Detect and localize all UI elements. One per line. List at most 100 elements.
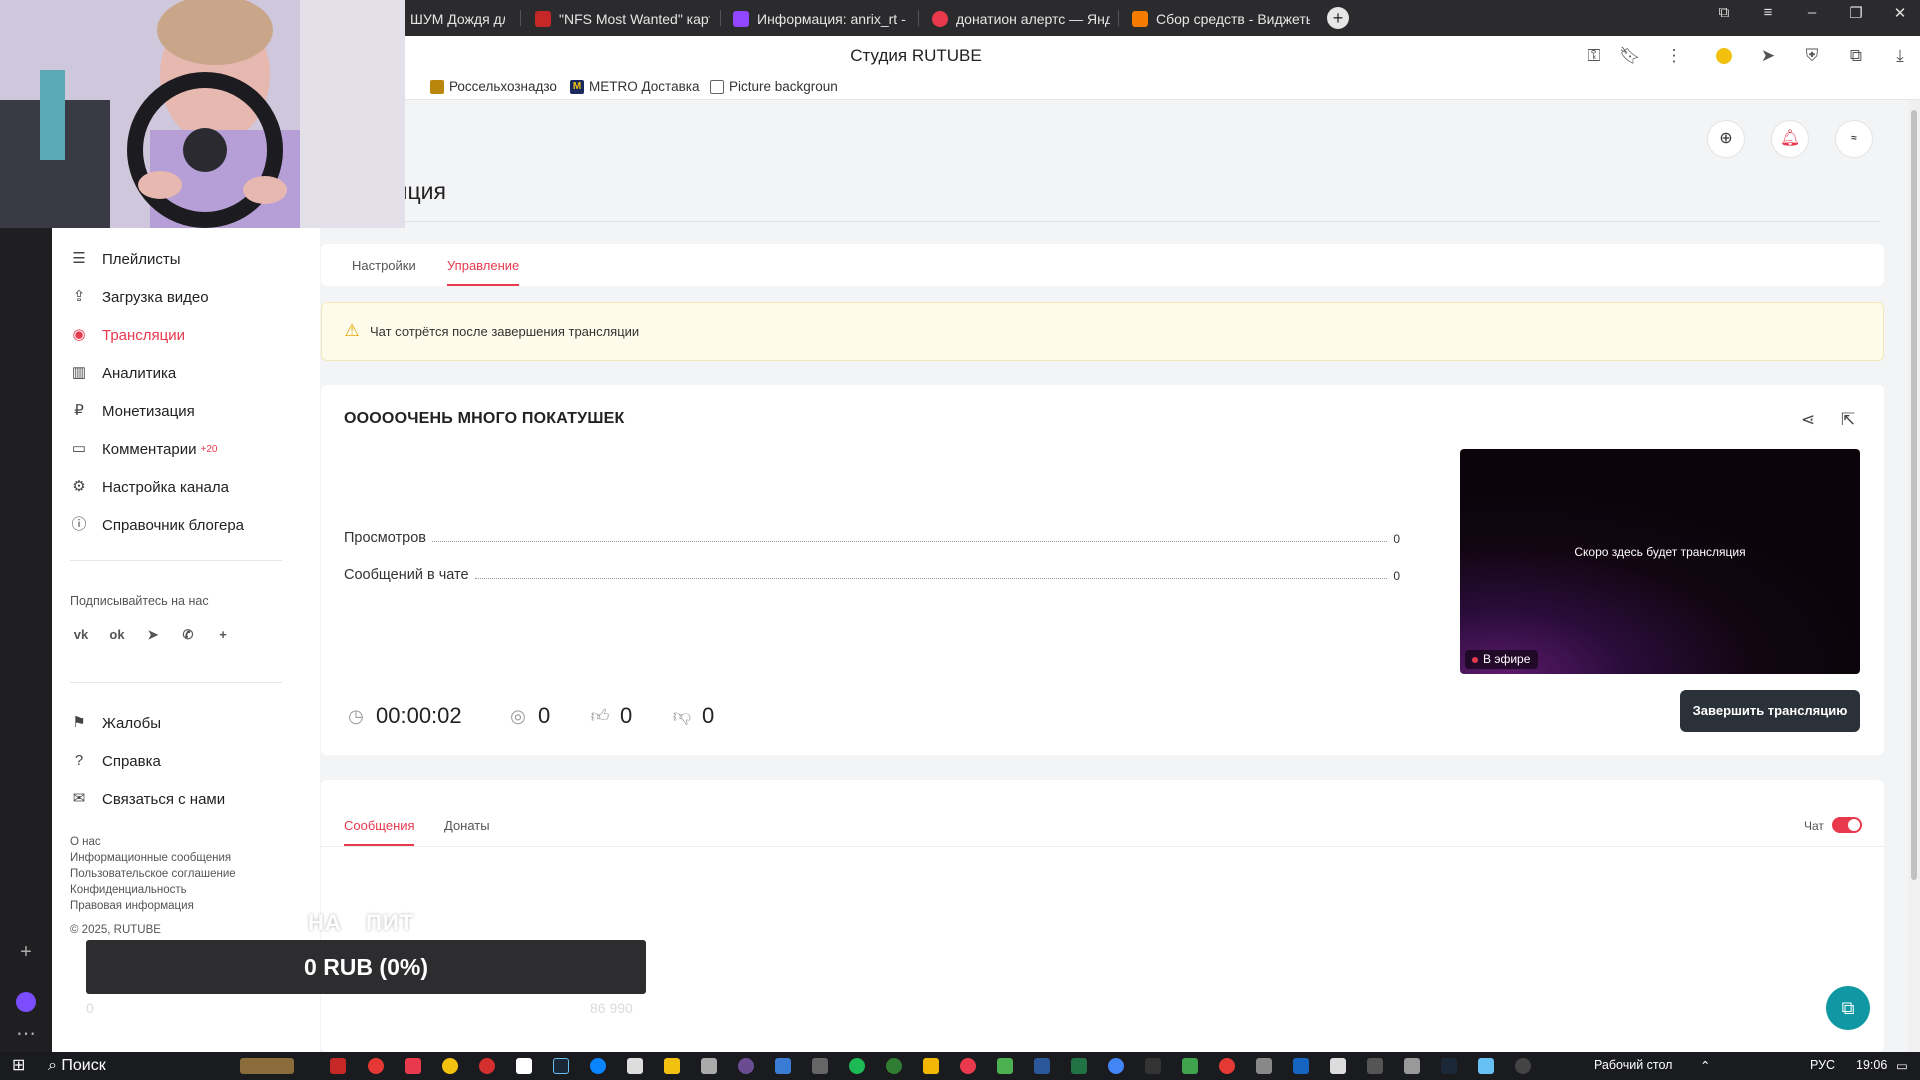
sidebar-item-analytics[interactable]: ▥ Аналитика [70,361,176,385]
stream-preview[interactable]: Скоро здесь будет трансляция В эфире [1460,449,1860,674]
sidebar-item-help[interactable]: ? Справка [70,749,161,773]
footer-link-legal[interactable]: Правовая информация [70,900,194,912]
language-indicator[interactable]: РУС [1810,1058,1835,1072]
sidebar-item-channel-settings[interactable]: ⚙ Настройка канала [70,475,229,499]
app-icon[interactable] [1219,1058,1235,1074]
minecraft-icon[interactable] [997,1058,1013,1074]
taskbar-search[interactable]: ⌕ Поиск [48,1057,106,1075]
sidebar-item-upload[interactable]: ⇪ Загрузка видео [70,285,209,309]
excel-icon[interactable] [1071,1058,1087,1074]
bookmark-item[interactable]: M METRO Доставка [570,79,699,94]
app-icon[interactable] [1293,1058,1309,1074]
app-icon[interactable] [812,1058,828,1074]
tab-settings[interactable]: Настройки [352,258,416,273]
footer-link-agreement[interactable]: Пользовательское соглашение [70,868,236,880]
yandex-browser-icon[interactable] [960,1058,976,1074]
odnoklassniki-icon[interactable]: ok [106,624,128,646]
page-scrollbar[interactable] [1908,100,1920,1062]
menu-icon[interactable]: ≡ [1756,4,1780,21]
app-icon[interactable] [330,1058,346,1074]
alice-icon[interactable] [14,990,38,1014]
restore-button[interactable]: ❐ [1844,4,1868,22]
sidebar-item-comments[interactable]: ▭ Комментарии +20 [70,437,218,461]
app-icon[interactable] [738,1058,754,1074]
password-icon[interactable]: ⚿ [1582,44,1606,68]
browser-tab-2[interactable]: "NFS Most Wanted" карта [535,6,710,32]
send-icon[interactable]: ➤ [1756,44,1780,68]
windows-start-icon[interactable]: ⊞ [12,1057,30,1075]
tab-management[interactable]: Управление [447,258,519,273]
app-icon[interactable] [775,1058,791,1074]
app-icon[interactable] [1367,1058,1383,1074]
add-panel-icon[interactable]: + [14,940,38,964]
app-icon[interactable] [1404,1058,1420,1074]
browser-tab-5[interactable]: Сбор средств - Виджеты [1132,6,1310,32]
sidebar-item-contact[interactable]: ✉ Связаться с нами [70,787,225,811]
browser-tab-3[interactable]: Информация: anrix_rt - Tw [733,6,908,32]
opera-gx-icon[interactable] [479,1058,495,1074]
sidebar-item-broadcasts[interactable]: ◉ Трансляции [70,323,185,347]
tray-expand-icon[interactable]: ⌃ [1700,1058,1710,1073]
share-icon[interactable]: ⋖ [1797,409,1819,431]
external-link-icon[interactable]: ⇱ [1837,409,1859,431]
footer-link-privacy[interactable]: Конфиденциальность [70,884,187,896]
footer-link-info[interactable]: Информационные сообщения [70,852,231,864]
end-stream-button[interactable]: Завершить трансляцию [1680,690,1860,732]
taskbar-widget-icon[interactable] [240,1058,294,1074]
extensions-icon[interactable]: ⧉ [1844,44,1868,68]
tab-donations[interactable]: Донаты [444,818,490,833]
support-chat-button[interactable]: ⧉ [1826,986,1870,1030]
app-icon[interactable] [1478,1058,1494,1074]
app-icon[interactable] [1145,1058,1161,1074]
chat-toggle[interactable] [1832,817,1862,833]
app-icon[interactable] [664,1058,680,1074]
bookmark-item[interactable]: Picture backgroun [710,79,838,94]
app-icon[interactable] [1256,1058,1272,1074]
collections-icon[interactable]: ⧉ [1712,4,1736,21]
close-button[interactable]: ✕ [1888,4,1912,22]
app-icon[interactable] [701,1058,717,1074]
bookmark-item[interactable]: Россельхознадзо [430,79,557,94]
coin-extension-icon[interactable] [1712,44,1736,68]
yandex-icon[interactable] [405,1058,421,1074]
word-icon[interactable] [1034,1058,1050,1074]
spotify-icon[interactable] [849,1058,865,1074]
more-panel-icon[interactable]: ⋯ [14,1022,38,1046]
browser-tab-1[interactable]: ШУМ Дождя для с [410,6,505,32]
browser-tab-4[interactable]: донатион алертс — Янде [932,6,1110,32]
notifications-icon[interactable]: ▭ [1896,1058,1908,1073]
add-video-icon[interactable]: ⊕ [1707,120,1745,158]
more-icon[interactable]: ⋮ [1662,44,1686,68]
shield-icon[interactable]: ⛨ [1800,44,1824,68]
new-tab-button[interactable]: + [1327,7,1349,29]
footer-link-about[interactable]: О нас [70,836,101,848]
bookmark-icon[interactable]: 🔖︎ [1618,44,1642,68]
download-icon[interactable]: ⤓ [1888,44,1912,68]
viber-icon[interactable]: ✆ [177,624,199,646]
app-icon[interactable] [627,1058,643,1074]
edge-icon[interactable] [590,1058,606,1074]
sidebar-item-monetization[interactable]: ₽ Монетизация [70,399,194,423]
app-icon[interactable] [442,1058,458,1074]
app-icon[interactable] [1182,1058,1198,1074]
file-explorer-icon[interactable] [923,1058,939,1074]
app-icon[interactable] [1441,1058,1457,1074]
sidebar-item-blogger-guide[interactable]: ⓘ Справочник блогера [70,513,244,537]
chrome-icon[interactable] [1108,1058,1124,1074]
telegram-icon[interactable]: ➤ [142,624,164,646]
scrollbar-thumb[interactable] [1911,110,1917,880]
vk-icon[interactable]: vk [70,624,92,646]
minimize-button[interactable]: – [1800,4,1824,21]
tab-messages[interactable]: Сообщения [344,818,415,833]
opera-icon[interactable] [368,1058,384,1074]
avatar[interactable]: ≈ [1835,120,1873,158]
app-icon[interactable] [516,1058,532,1074]
app-icon[interactable] [1515,1058,1531,1074]
more-social-icon[interactable]: + [212,624,234,646]
sidebar-item-playlists[interactable]: ☰ Плейлисты [70,247,180,271]
app-icon[interactable] [1330,1058,1346,1074]
clock[interactable]: 19:06 [1856,1058,1887,1072]
notification-bell-icon[interactable]: 🔔︎ [1771,120,1809,158]
steam-icon[interactable] [553,1058,569,1074]
app-icon[interactable] [886,1058,902,1074]
